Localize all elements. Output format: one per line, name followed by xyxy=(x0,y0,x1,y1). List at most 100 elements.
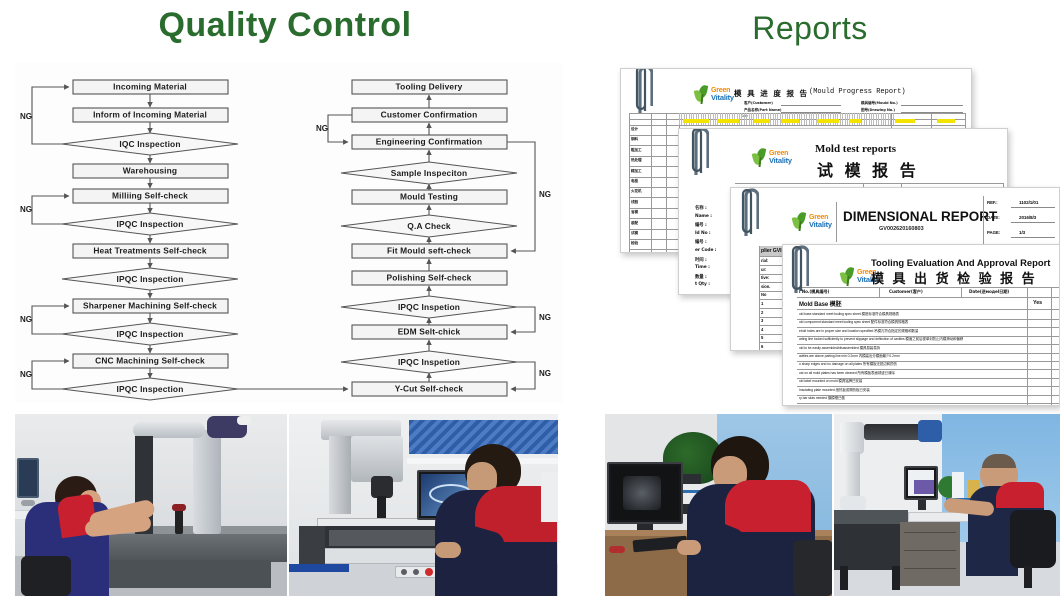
doc3-meta-line xyxy=(1011,222,1055,223)
doc1-row-label: 钢料 xyxy=(631,137,638,142)
gantt-tick xyxy=(770,113,772,125)
gantt-tick xyxy=(839,113,841,125)
gantt-tick xyxy=(885,113,887,125)
flow-label-sample-inspeciton: Sample Inspeciton xyxy=(391,168,468,178)
paperclip-icon-1 xyxy=(635,69,653,113)
doc4-checklist-item: arting line locked sufficiently to preve… xyxy=(799,337,964,342)
doc3-side-label: 3 xyxy=(761,318,764,324)
doc3-side-label: ur: xyxy=(761,266,767,272)
photo-cad-workstation[interactable] xyxy=(605,414,832,596)
flow-label-edm-selt-chick: EDM Selt-chick xyxy=(398,327,461,337)
doc2-field-label: 时间 : xyxy=(695,257,707,263)
doc3-meta-value: 2016/8/3 xyxy=(1019,215,1037,220)
flow-label-ng-left-2: NG xyxy=(20,205,32,214)
doc3-side-label: tive: xyxy=(761,275,770,281)
doc1-row-label: 线割 xyxy=(631,199,638,204)
doc1-row-label: 火花机 xyxy=(631,189,642,194)
gantt-tick xyxy=(875,113,877,125)
flow-label-qa-check: Q.A Check xyxy=(407,221,451,231)
doc3-side-label: No xyxy=(761,292,767,298)
flow-label-milliing-self-check: Milliing Self-check xyxy=(112,191,188,201)
doc1-row-label: 检验 xyxy=(631,241,638,246)
doc4-checklist-item: old to be easily assembled/disassembled … xyxy=(799,345,880,350)
green-vitality-logo-3: Green Vitality xyxy=(791,211,832,232)
gantt-tick xyxy=(801,113,803,125)
gantt-tick xyxy=(751,113,752,125)
flow-label-ipqc-inspection-1: IPQC Inspection xyxy=(117,219,184,229)
green-vitality-logo-1: Green Vitality xyxy=(693,84,734,105)
doc2-field-label: 编号 : xyxy=(695,223,707,229)
doc2-field-label: t Qty : xyxy=(695,282,710,288)
doc4-checklist-item: ry bar slots needed 撬模槽已做 xyxy=(799,396,845,400)
doc2-field-label: Time : xyxy=(695,265,710,271)
leaf-icon xyxy=(751,147,768,168)
gantt-tick xyxy=(861,113,863,125)
doc2-field-label: Id No : xyxy=(695,230,711,236)
doc4-title-cjk: 模 具 出 货 检 验 报 告 xyxy=(871,272,1037,287)
doc3-side-label: 4 xyxy=(761,326,764,332)
leaf-icon xyxy=(839,266,856,287)
gantt-tick xyxy=(811,113,812,125)
gantt-tick xyxy=(844,113,846,125)
doc3-meta-value: 1102/1/01 xyxy=(1019,200,1039,205)
doc2-field-label: er Code : xyxy=(695,248,717,253)
quality-control-flowchart: Incoming Material Inform of Incoming Mat… xyxy=(15,63,563,403)
gantt-tick xyxy=(866,113,868,125)
doc4-checklist-item: old base standard meet tooling spec shee… xyxy=(799,312,899,316)
reports-document-stack: Green Vitality 模 具 进 度 报 告 (Mould Progre… xyxy=(600,60,1060,406)
brand-word-vitality: Vitality xyxy=(711,93,734,103)
gantt-tick xyxy=(715,113,716,125)
gantt-tick xyxy=(743,113,745,125)
page-title-reports: Reports xyxy=(752,10,868,46)
flow-label-incoming-material: Incoming Material xyxy=(113,82,187,92)
flow-label-tooling-delivery: Tooling Delivery xyxy=(396,82,463,92)
doc3-meta-key: REF.: xyxy=(987,200,998,205)
doc3-band-left: plier GVI xyxy=(761,248,782,254)
paperclip-icon-4 xyxy=(791,245,809,293)
doc3-meta-value: 1/3 xyxy=(1019,230,1026,235)
doc1-row-label: 设计 xyxy=(631,127,638,131)
doc4-section-title: Mold Base 模胚 xyxy=(799,302,842,308)
gantt-tick xyxy=(712,113,714,125)
gantt-tick xyxy=(739,113,740,125)
doc3-side-label: 6 xyxy=(761,344,764,349)
flow-label-sharpener-machining-self-check: Sharpener Machining Self-check xyxy=(83,301,217,311)
doc3-side-label: rial: xyxy=(761,258,769,263)
flow-label-ipqc-inspetion-2: IPQC Inspetion xyxy=(398,357,460,367)
photo-vision-measuring-machine[interactable] xyxy=(289,414,558,596)
flow-label-mould-testing: Mould Testing xyxy=(400,192,458,202)
document-tooling-evaluation-approval-report[interactable]: Green Vitality Tooling Evaluation And Ap… xyxy=(782,244,1060,406)
gantt-tick xyxy=(777,113,779,125)
doc4-checklist-item: old label mounted on mold 模具铭牌已安装 xyxy=(799,379,863,384)
gantt-tick xyxy=(878,113,880,125)
photo-cmm-room-operator-male[interactable] xyxy=(834,414,1060,596)
doc4-field-date: Date(送модel日期) xyxy=(969,289,1010,294)
doc4-checklist-item: ebolt holes are in proper size and locat… xyxy=(799,328,919,333)
gantt-tick xyxy=(868,113,870,125)
flow-label-fit-mould-seft-check: Fit Mould seft-check xyxy=(387,246,471,256)
gantt-tick xyxy=(775,113,776,125)
gantt-tick xyxy=(847,113,848,125)
doc2-field-label: Name : xyxy=(695,213,712,219)
flow-label-cnc-machining-self-check: CNC Machining Self-check xyxy=(95,356,205,366)
doc3-subtitle: GV002620160803 xyxy=(879,226,924,232)
gantt-tick xyxy=(741,113,743,125)
doc3-meta-key: DATE: xyxy=(987,215,1000,220)
gantt-tick xyxy=(892,113,894,125)
doc4-title-en: Tooling Evaluation And Approval Report xyxy=(871,257,1051,268)
photo-cmm-operator-female[interactable] xyxy=(15,414,287,596)
flow-label-ipqc-inspection-4: IPQC Inspection xyxy=(117,384,184,394)
doc4-checklist-line xyxy=(797,403,1059,404)
gantt-tick xyxy=(887,113,889,125)
flow-label-ipqc-inspection-2: IPQC Inspection xyxy=(117,274,184,284)
doc1-row-label: 电极 xyxy=(631,179,638,183)
gantt-tick xyxy=(710,113,712,125)
gantt-tick xyxy=(890,113,892,125)
gantt-tick xyxy=(803,113,805,125)
gantt-tick xyxy=(679,113,680,125)
flow-label-iqc-inspection: IQC Inspection xyxy=(119,139,180,149)
page-title-quality-control: Quality Control xyxy=(158,6,412,44)
gantt-tick xyxy=(806,113,808,125)
doc4-checklist-item: old component standard meet tooling spec… xyxy=(799,320,909,325)
doc1-title-cjk: 模 具 进 度 报 告 xyxy=(734,89,809,98)
